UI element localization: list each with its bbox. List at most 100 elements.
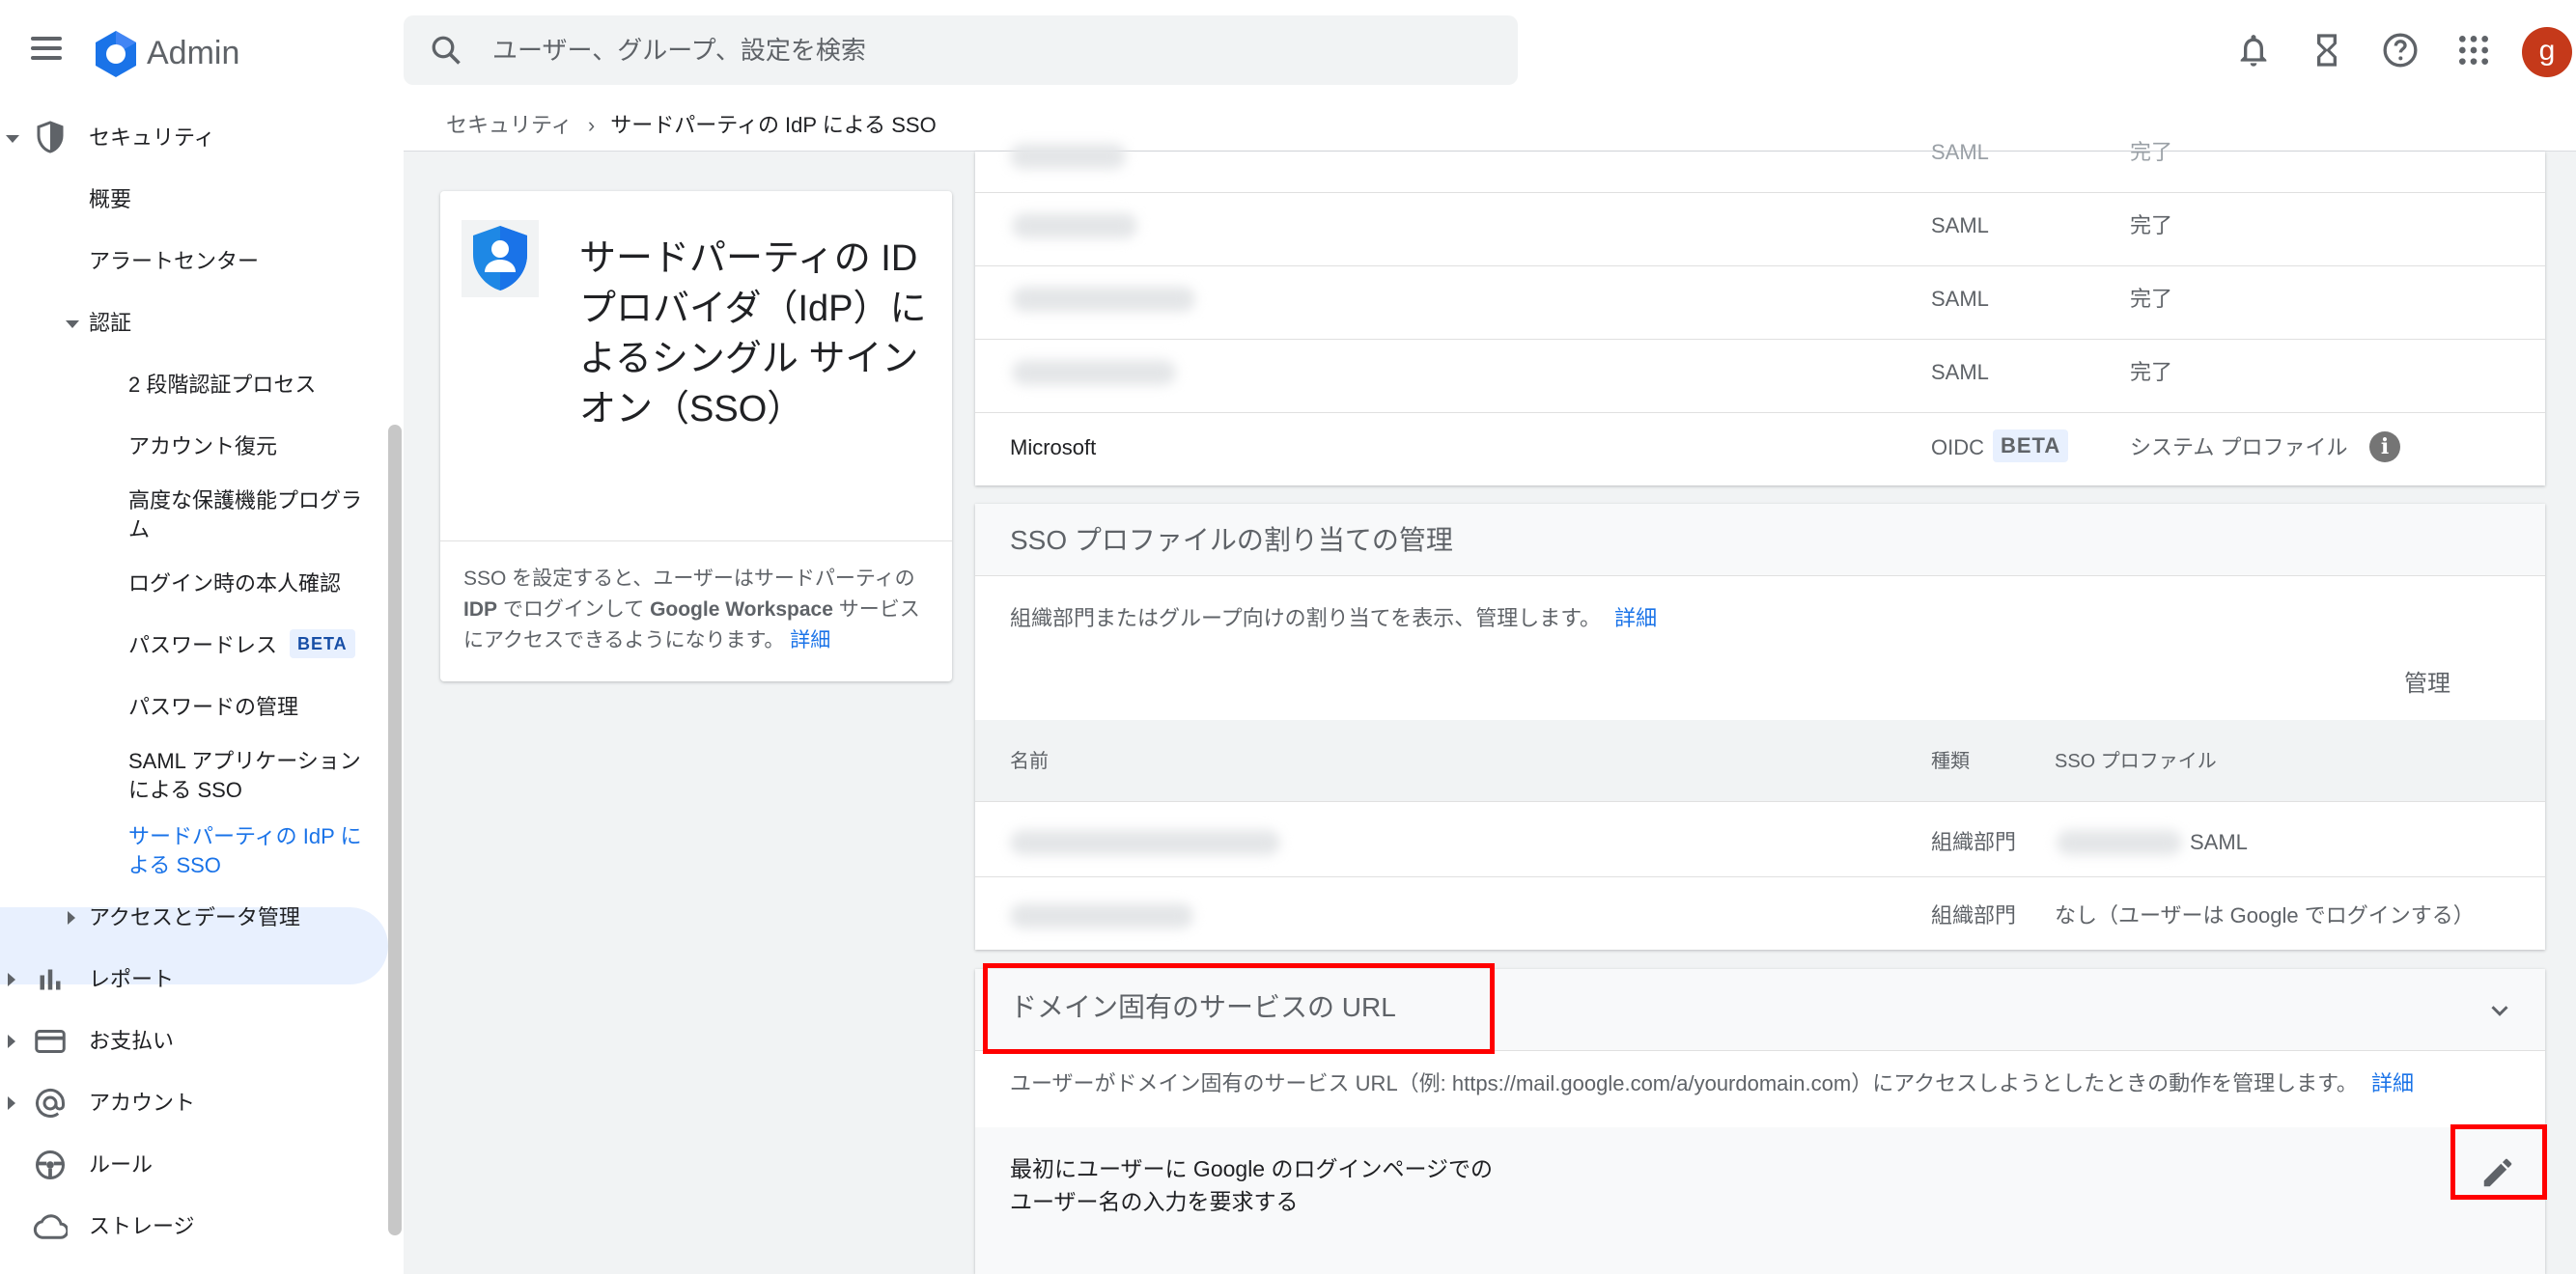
- manage-button[interactable]: 管理: [2404, 670, 2450, 699]
- profile-type: SAML: [1931, 360, 1989, 384]
- chevron-right-icon[interactable]: [8, 973, 15, 986]
- sidebar-item-alert-center[interactable]: アラートセンター: [0, 237, 386, 286]
- highlight-box-edit: [2450, 1124, 2547, 1200]
- profile-status: 完了: [2130, 287, 2173, 311]
- hourglass-icon[interactable]: [2308, 31, 2346, 69]
- profile-name-microsoft[interactable]: Microsoft: [1010, 433, 1096, 462]
- sidebar-item-label: アクセスとデータ管理: [89, 905, 300, 929]
- details-link[interactable]: 詳細: [790, 629, 830, 651]
- sidebar-item-label: 認証: [89, 311, 132, 335]
- sidebar-item-overview[interactable]: 概要: [0, 176, 386, 224]
- main-menu-icon[interactable]: [27, 31, 66, 69]
- sidebar-item-label: アラートセンター: [89, 249, 260, 273]
- redacted-profile-name: [1012, 213, 1137, 238]
- desc-text: SSO を設定すると、ユーザーはサードパーティの: [463, 568, 915, 590]
- info-card: サードパーティの ID プロバイダ（IdP）によるシングル サインオン（SSO）…: [440, 191, 952, 681]
- chevron-right-icon[interactable]: [8, 1096, 15, 1110]
- sidebar-item-label: ログイン時の本人確認: [128, 571, 342, 595]
- notifications-bell-icon[interactable]: [2234, 31, 2273, 69]
- sidebar-item-billing[interactable]: お支払い: [0, 1017, 386, 1066]
- search-icon[interactable]: [429, 33, 463, 68]
- chevron-up-icon[interactable]: [2485, 996, 2514, 1025]
- profile-type: SAML: [1931, 287, 1989, 311]
- sidebar-scrollbar[interactable]: [388, 425, 402, 1235]
- search-bar[interactable]: ユーザー、グループ、設定を検索: [404, 15, 1518, 85]
- sidebar-item-authentication[interactable]: 認証: [0, 299, 386, 347]
- profile-status: 完了: [2130, 140, 2173, 164]
- credit-card-icon: [35, 1030, 66, 1053]
- chevron-down-icon[interactable]: [66, 320, 79, 328]
- sidebar-item-label: 概要: [89, 187, 132, 211]
- sidebar-item-label: セキュリティ: [89, 125, 215, 150]
- sidebar-item-label: 2 段階認証プロセス: [128, 373, 317, 397]
- sidebar-item-account[interactable]: アカウント: [0, 1079, 386, 1127]
- section-description: ユーザーがドメイン固有のサービス URL（例: https://mail.goo…: [1010, 1069, 2414, 1098]
- row-divider: [975, 575, 2545, 576]
- sidebar-item-storage[interactable]: ストレージ: [0, 1203, 386, 1251]
- section-header: SSO プロファイルの割り当ての管理: [975, 504, 2545, 575]
- details-link[interactable]: 詳細: [2371, 1071, 2414, 1095]
- sso-icon-container: [462, 220, 539, 297]
- sidebar-item-label: パスワードの管理: [128, 695, 299, 719]
- desc-text-bold: IDP: [463, 598, 498, 621]
- column-header-type[interactable]: 種類: [1931, 747, 1970, 776]
- table-header: 名前 種類 SSO プロファイル: [975, 720, 2545, 801]
- redacted-org-unit: [1010, 830, 1280, 855]
- assignment-type: 組織部門: [1931, 830, 2017, 854]
- details-link[interactable]: 詳細: [1614, 606, 1657, 630]
- info-icon[interactable]: i: [2369, 431, 2400, 462]
- at-sign-icon: [36, 1088, 65, 1118]
- sidebar-item-account-recovery[interactable]: アカウント復元: [0, 423, 386, 471]
- sidebar-item-label: お支払い: [89, 1029, 175, 1053]
- sidebar-item-label: ルール: [89, 1152, 154, 1177]
- sidebar-item-access-data[interactable]: アクセスとデータ管理: [0, 894, 386, 942]
- sidebar-item-reports[interactable]: レポート: [0, 956, 386, 1004]
- row-divider: [975, 192, 2545, 193]
- breadcrumb-current: サードパーティの IdP による SSO: [610, 113, 937, 137]
- profile-status: システム プロファイル: [2130, 435, 2348, 459]
- beta-badge: BETA: [290, 629, 355, 658]
- profile-type: SAML: [1931, 213, 1989, 237]
- sidebar-item-advanced-protection[interactable]: 高度な保護機能プログラム: [0, 477, 386, 554]
- sidebar-item-label: アカウント復元: [128, 434, 278, 458]
- redacted-org-unit: [1010, 903, 1193, 928]
- app-name[interactable]: Admin: [147, 29, 239, 77]
- chevron-right-icon[interactable]: [8, 1035, 15, 1048]
- page-title: サードパーティの ID プロバイダ（IdP）によるシングル サインオン（SSO）: [579, 238, 927, 429]
- apps-grid-icon[interactable]: [2454, 31, 2493, 69]
- account-avatar[interactable]: g: [2522, 27, 2572, 77]
- chevron-right-icon[interactable]: [68, 911, 75, 925]
- sidebar-item-third-party-sso[interactable]: サードパーティの IdP による SSO: [0, 813, 386, 890]
- sidebar-item-label: SAML アプリケーションによる SSO: [128, 749, 361, 802]
- help-icon[interactable]: [2381, 31, 2420, 69]
- desc-text: ユーザーがドメイン固有のサービス URL（例: https://mail.goo…: [1010, 1071, 2358, 1095]
- redacted-profile-name: [1012, 287, 1195, 312]
- column-header-profile[interactable]: SSO プロファイル: [2055, 747, 2217, 776]
- section-title: SSO プロファイルの割り当ての管理: [1010, 525, 1453, 555]
- breadcrumb-parent[interactable]: セキュリティ: [446, 113, 573, 137]
- profile-type: SAML: [1931, 140, 1989, 164]
- sidebar-item-password-management[interactable]: パスワードの管理: [0, 683, 386, 732]
- breadcrumb-separator: ›: [587, 113, 596, 137]
- profile-status: 完了: [2130, 213, 2173, 237]
- sidebar-item-rules[interactable]: ルール: [0, 1141, 386, 1189]
- column-header-name[interactable]: 名前: [1010, 747, 1049, 776]
- sidebar-item-login-challenge[interactable]: ログイン時の本人確認: [0, 560, 386, 608]
- desc-text: 組織部門またはグループ向けの割り当てを表示、管理します。: [1010, 606, 1602, 630]
- sidebar-item-2sv[interactable]: 2 段階認証プロセス: [0, 361, 386, 409]
- admin-logo-icon[interactable]: [91, 29, 141, 79]
- search-input[interactable]: ユーザー、グループ、設定を検索: [492, 35, 866, 66]
- profile-status: 完了: [2130, 360, 2173, 384]
- row-divider: [975, 801, 2545, 802]
- sidebar-item-saml-sso[interactable]: SAML アプリケーションによる SSO: [0, 737, 386, 815]
- sidebar-item-label: パスワードレス: [128, 633, 278, 657]
- sidebar-item-label: レポート: [89, 967, 175, 991]
- sidebar-item-security[interactable]: セキュリティ: [0, 114, 386, 162]
- sidebar-item-passwordless[interactable]: パスワードレス BETA: [0, 622, 386, 670]
- breadcrumb: セキュリティ › サードパーティの IdP による SSO: [446, 110, 937, 141]
- bar-chart-icon: [40, 969, 61, 990]
- shield-icon: [37, 121, 64, 153]
- setting-row[interactable]: 最初にユーザーに Google のログインページでのユーザー名の入力を要求する: [975, 1127, 2545, 1274]
- sidebar-item-label: アカウント: [89, 1091, 196, 1115]
- chevron-down-icon[interactable]: [6, 135, 19, 143]
